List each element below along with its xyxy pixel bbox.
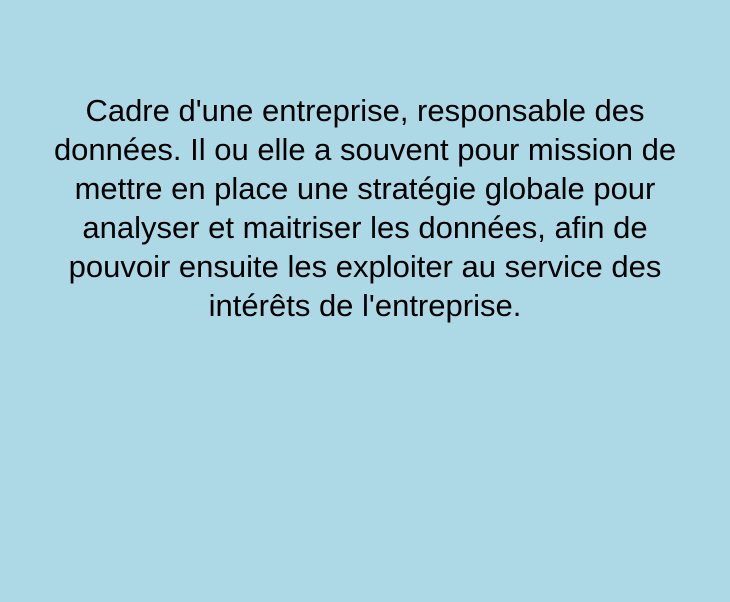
definition-text: Cadre d'une entreprise, responsable des … xyxy=(53,93,677,323)
flashcard[interactable]: Cadre d'une entreprise, responsable des … xyxy=(0,0,730,602)
